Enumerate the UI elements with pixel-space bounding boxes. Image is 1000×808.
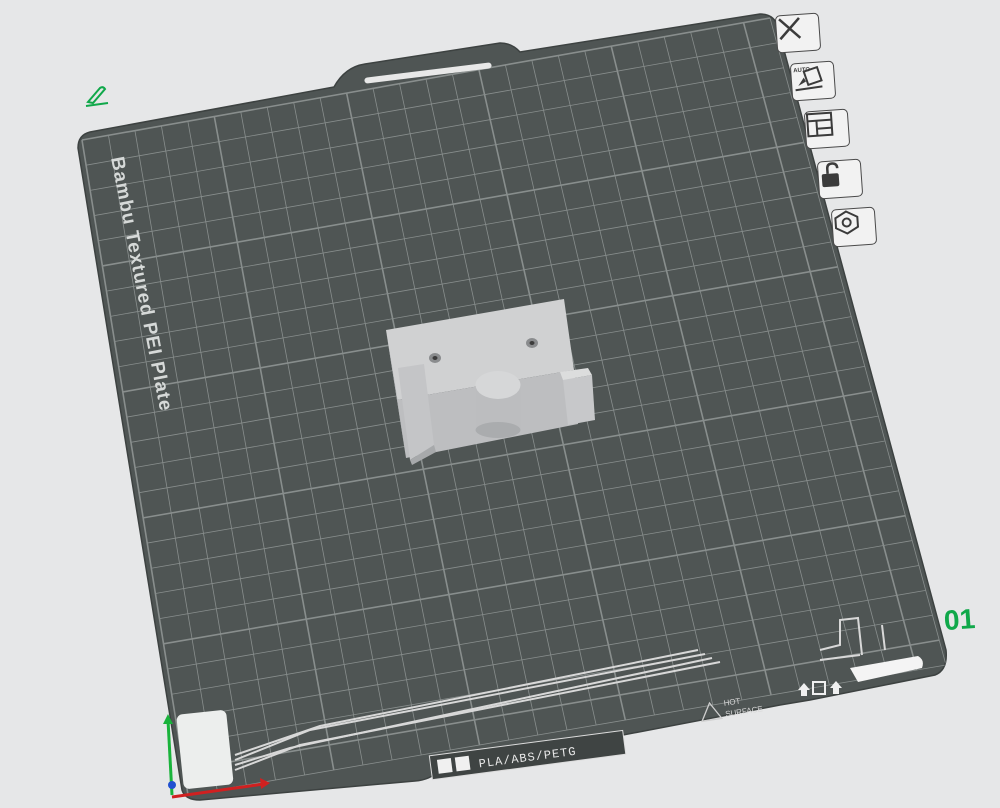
unlock-icon xyxy=(821,162,840,188)
plate-settings-button[interactable] xyxy=(830,206,878,248)
build-plate-scene[interactable]: PLA/ABS/PETG HOT SURFACE Bambu Textured … xyxy=(0,0,1000,808)
plate-number: 01 xyxy=(942,602,977,637)
arrange-button[interactable] xyxy=(803,108,851,150)
auto-orient-icon: AUTO xyxy=(793,65,823,92)
3d-viewport[interactable]: PLA/ABS/PETG HOT SURFACE Bambu Textured … xyxy=(0,0,1000,808)
arrange-icon xyxy=(805,111,834,138)
z-axis-dot xyxy=(168,781,176,789)
hex-nut-icon xyxy=(834,210,860,235)
lock-plate-button[interactable] xyxy=(816,158,864,200)
delete-plate-button[interactable] xyxy=(774,12,822,54)
close-icon xyxy=(778,17,802,41)
auto-orient-button[interactable]: AUTO xyxy=(789,60,837,102)
